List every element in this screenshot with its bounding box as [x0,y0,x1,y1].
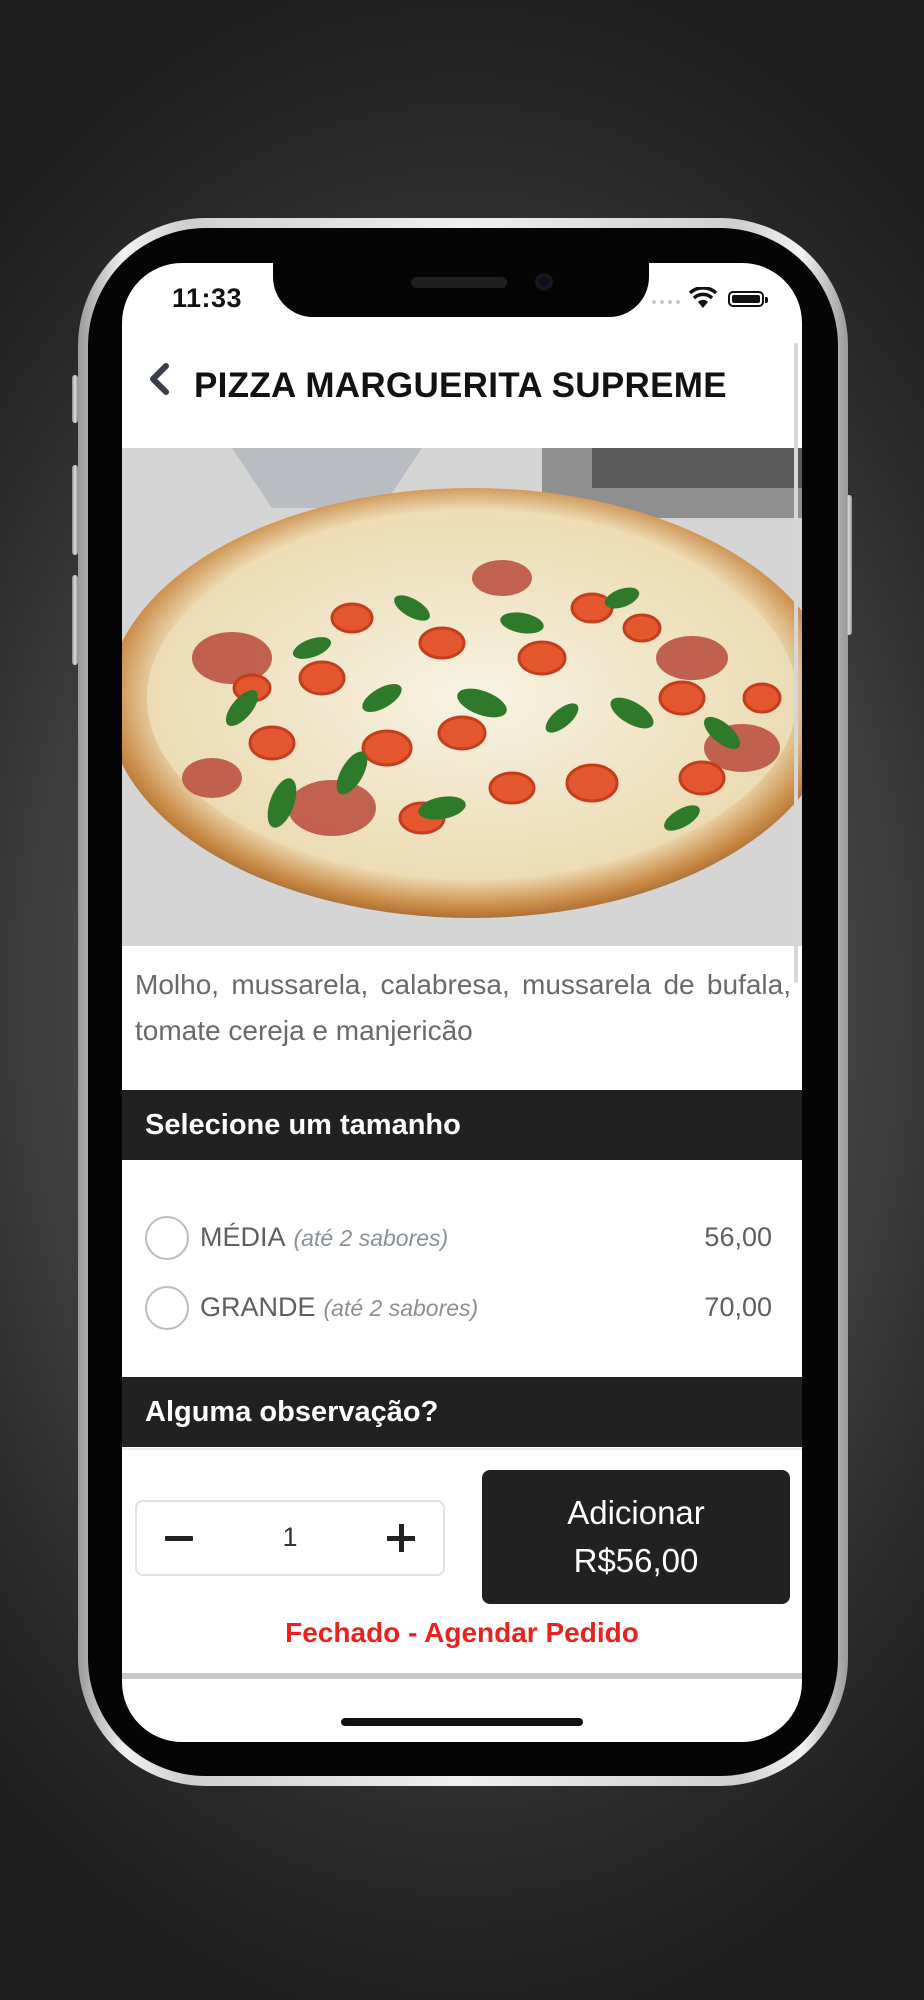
size-option-price: 56,00 [704,1222,772,1252]
scrollbar[interactable] [794,343,798,983]
page-title: PIZZA MARGUERITA SUPREME [194,366,727,405]
size-option-grande[interactable]: GRANDE (até 2 sabores) 70,00 [122,1280,802,1334]
bottom-separator [122,1673,802,1679]
speaker-grille [411,277,507,288]
battery-icon [728,291,768,307]
front-camera [535,273,553,291]
cellular-signal-icon [652,300,680,308]
wifi-icon [688,287,718,308]
size-option-note: (até 2 sabores) [293,1225,449,1251]
size-option-label: MÉDIA (até 2 sabores) [200,1222,449,1252]
silent-switch [72,375,78,423]
size-option-label: GRANDE (até 2 sabores) [200,1292,479,1322]
size-option-media[interactable]: MÉDIA (até 2 sabores) 56,00 [122,1210,802,1264]
notes-section-title[interactable]: Alguma observação? [122,1377,802,1447]
size-option-note: (até 2 sabores) [323,1295,479,1321]
notch [273,263,649,317]
add-button-label: Adicionar [567,1494,705,1531]
store-status-link[interactable]: Fechado - Agendar Pedido [122,1617,802,1649]
size-radio[interactable] [145,1216,189,1260]
app-screen: 11:33 PIZZA MARGUERITA SUPREME Molho, mu… [122,263,802,1742]
size-section-title: Selecione um tamanho [122,1090,802,1160]
size-option-price: 70,00 [704,1292,772,1322]
footer-divider [122,1448,802,1450]
product-image [122,448,802,946]
pizza-illustration [122,448,802,946]
quantity-stepper: 1 [135,1500,445,1576]
home-indicator[interactable] [341,1718,583,1726]
volume-up-button [72,465,78,555]
power-button [846,495,852,635]
back-chevron-icon[interactable] [148,363,170,395]
product-description: Molho, mussarela, calabresa, mussarela d… [135,969,791,1046]
plus-icon[interactable] [375,1512,427,1564]
volume-down-button [72,575,78,665]
status-time: 11:33 [172,283,243,313]
add-button-price: R$56,00 [573,1542,699,1579]
size-radio[interactable] [145,1286,189,1330]
add-to-cart-button[interactable]: Adicionar R$56,00 [482,1470,790,1604]
